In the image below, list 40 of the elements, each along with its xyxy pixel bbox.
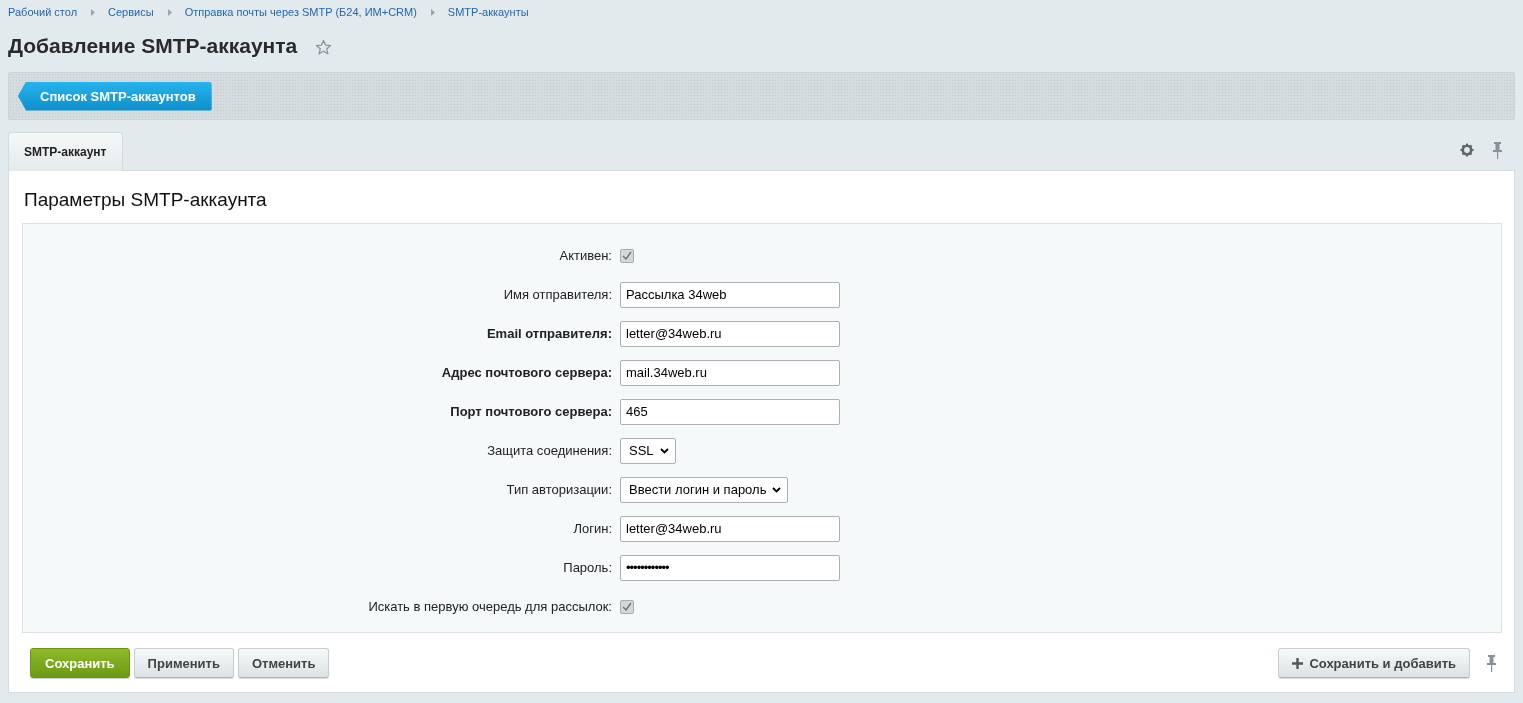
page-title: Добавление SMTP-аккаунта (8, 34, 298, 58)
save-and-add-button[interactable]: Сохранить и добавить (1278, 648, 1470, 678)
password-field[interactable]: •••••••••••• (620, 554, 840, 581)
field-label: Активен: (559, 248, 612, 263)
field-label: Пароль: (563, 560, 612, 575)
field-label: Email отправителя: (486, 326, 612, 341)
field-label: Порт почтового сервера: (450, 404, 612, 419)
caret-icon (772, 486, 782, 493)
input-field[interactable]: letter@34web.ru (620, 515, 840, 542)
settings-icon[interactable] (1460, 143, 1474, 157)
form-button[interactable]: Применить (133, 648, 234, 678)
checkbox[interactable] (620, 599, 634, 614)
field-label: Защита соединения: (487, 443, 612, 458)
tab[interactable]: SMTP-аккаунт (8, 132, 123, 171)
chevron-icon (430, 8, 435, 16)
pin-icon[interactable] (1487, 654, 1496, 672)
form-button[interactable]: Отменить (237, 648, 330, 678)
field-label: Тип авторизации: (506, 482, 612, 497)
chevron-icon (91, 8, 96, 16)
checkbox[interactable] (620, 248, 634, 263)
input-field[interactable]: 465 (620, 398, 840, 425)
input-field[interactable]: letter@34web.ru (620, 320, 840, 347)
field-label: Искать в первую очередь для рассылок: (368, 599, 612, 614)
breadcrumb-link[interactable]: Сервисы (108, 6, 154, 18)
star-icon[interactable] (315, 38, 333, 56)
breadcrumb-link[interactable]: Рабочий стол (8, 6, 78, 18)
pin-icon[interactable] (1493, 141, 1502, 159)
breadcrumb-link[interactable]: SMTP-аккаунты (447, 6, 529, 18)
caret-icon (659, 447, 669, 454)
select-field[interactable]: Ввести логин и пароль (620, 476, 789, 503)
input-field[interactable]: Рассылка 34web (620, 281, 840, 308)
field-label: Имя отправителя: (503, 287, 612, 302)
plus-icon (1292, 657, 1304, 669)
select-field[interactable]: SSL (620, 437, 676, 464)
chevron-icon (167, 8, 172, 16)
input-field[interactable]: mail.34web.ru (620, 359, 840, 386)
breadcrumb-link[interactable]: Отправка почты через SMTP (Б24, ИМ+CRM) (184, 6, 417, 18)
field-label: Логин: (573, 521, 612, 536)
section-title: Параметры SMTP-аккаунта (23, 188, 268, 212)
field-label: Адрес почтового сервера: (441, 365, 612, 380)
